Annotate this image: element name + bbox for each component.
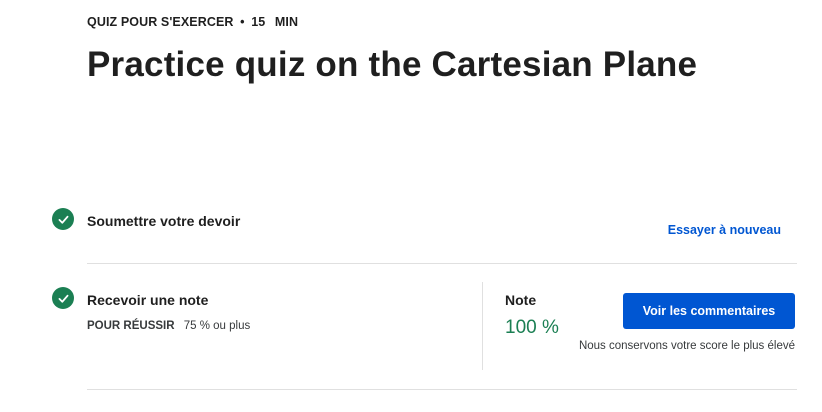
page-title: Practice quiz on the Cartesian Plane [87,45,698,84]
grade-step-label: Recevoir une note [87,292,209,308]
passing-value: 75 % ou plus [183,320,251,332]
grade-label: Note [505,292,537,308]
passing-requirement: POUR RÉUSSIR 75 % ou plus [87,320,250,332]
quiz-duration-unit: MIN [274,15,299,29]
passing-label: POUR RÉUSSIR [87,320,175,332]
check-circle-icon [52,287,74,309]
grade-note: Nous conservons votre score le plus élev… [578,340,795,352]
meta-separator: • [240,15,245,29]
quiz-meta: QUIZ POUR S'EXERCER • 15 MIN [87,15,298,29]
view-feedback-button[interactable]: Voir les commentaires [623,293,795,329]
grade-value: 100 % [505,317,559,338]
quiz-result-page: QUIZ POUR S'EXERCER • 15 MIN Practice qu… [0,0,822,412]
bottom-divider [87,389,797,390]
submit-step-label: Soumettre votre devoir [87,213,241,229]
retry-link[interactable]: Essayer à nouveau [668,223,781,237]
grade-column-divider [482,282,483,370]
quiz-type: QUIZ POUR S'EXERCER [87,15,234,29]
section-divider [87,263,797,264]
check-circle-icon [52,208,74,230]
quiz-duration: 15 [251,15,266,29]
